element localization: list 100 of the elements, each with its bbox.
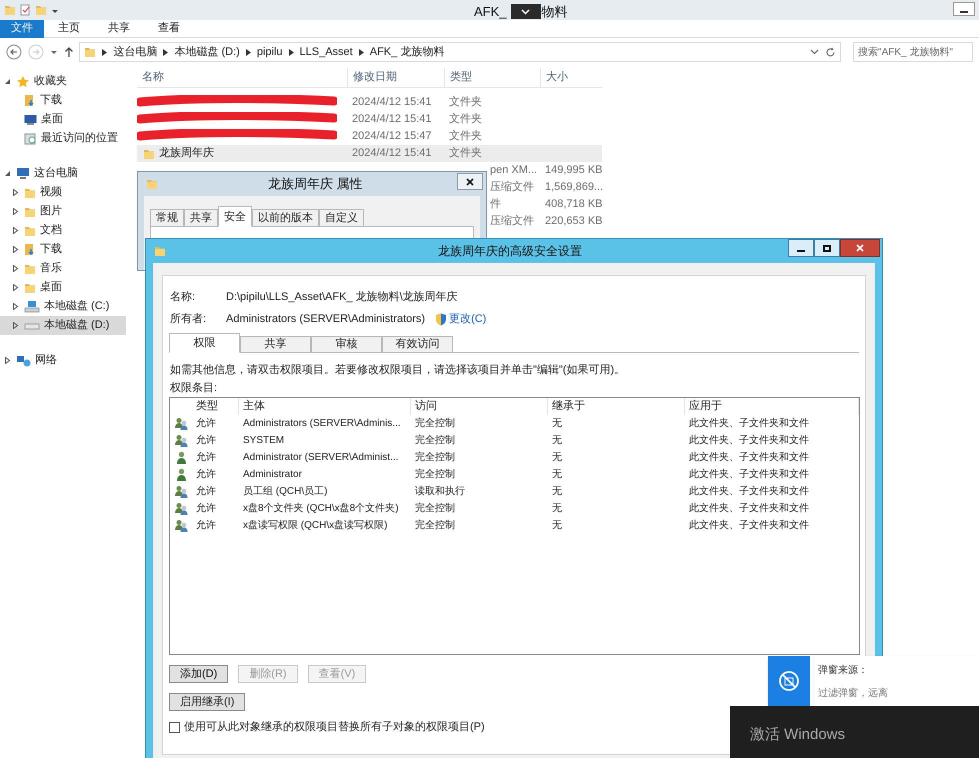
file-row[interactable]: 2024/4/12 15:47 文件夹	[137, 128, 602, 145]
table-cell-text: 完全控制	[414, 468, 456, 482]
address-bar[interactable]: 这台电脑 本地磁盘 (D:) pipilu LLS_Asset AFK_ 龙族物料	[79, 42, 842, 62]
nav-item[interactable]: 图片	[0, 202, 126, 221]
dialog-tab[interactable]: 权限	[169, 333, 240, 353]
permission-row[interactable]: 允许 x盘读写权限 (QCH\x盘读写权限) 完全控制 无 此文件夹、子文件夹和文件	[170, 517, 859, 534]
column-header[interactable]: 应用于	[685, 398, 859, 415]
collapsed-arrow-icon[interactable]	[12, 226, 20, 234]
nav-item[interactable]: 下载	[0, 91, 126, 110]
dialog-tab[interactable]: 安全	[218, 206, 252, 227]
checkbox[interactable]	[169, 722, 180, 733]
file-row[interactable]: 2024/4/12 15:41 文件夹	[137, 111, 602, 128]
breadcrumb-item[interactable]: AFK_ 龙族物料	[370, 44, 444, 60]
nav-item[interactable]: 最近访问的位置	[0, 129, 126, 148]
breadcrumb-arrow-icon[interactable]	[102, 48, 108, 56]
star-icon	[16, 74, 30, 88]
file-row[interactable]: 龙族周年庆 2024/4/12 15:41 文件夹	[137, 145, 602, 162]
breadcrumb-item[interactable]: 本地磁盘 (D:)	[174, 44, 240, 60]
close-button[interactable]	[840, 239, 880, 257]
up-arrow-icon[interactable]	[64, 46, 74, 58]
table-cell-text: 此文件夹、子文件夹和文件	[688, 434, 810, 448]
clock-folder-icon	[24, 132, 37, 145]
name-value: D:\pipilu\LLS_Asset\AFK_ 龙族物料\龙族周年庆	[226, 290, 458, 305]
back-icon[interactable]	[6, 44, 22, 60]
dialog-title: 龙族周年庆的高级安全设置	[438, 243, 582, 260]
breadcrumb-arrow-icon[interactable]	[358, 48, 364, 56]
nav-item[interactable]: 文档	[0, 221, 126, 240]
maximize-button[interactable]	[814, 239, 840, 257]
column-header[interactable]: 名称	[137, 68, 347, 87]
folder-icon	[24, 224, 36, 236]
nav-item[interactable]: 网络	[0, 351, 126, 370]
breadcrumb-arrow-icon[interactable]	[163, 48, 168, 56]
nav-item[interactable]: 桌面	[0, 278, 126, 297]
breadcrumb-arrow-icon[interactable]	[246, 48, 251, 56]
nav-item[interactable]: 本地磁盘 (D:)	[0, 316, 126, 335]
ribbon-tab[interactable]: 文件	[0, 20, 44, 38]
dialog-tab[interactable]: 自定义	[319, 209, 364, 227]
permission-row[interactable]: 允许 SYSTEM 完全控制 无 此文件夹、子文件夹和文件	[170, 432, 859, 449]
drive-icon	[24, 322, 40, 330]
column-header[interactable]: 类型	[192, 398, 239, 415]
dialog-tab[interactable]: 审核	[311, 336, 382, 353]
close-button[interactable]	[457, 173, 483, 190]
column-header[interactable]: 大小	[540, 68, 602, 87]
permission-row[interactable]: 允许 Administrator 完全控制 无 此文件夹、子文件夹和文件	[170, 466, 859, 483]
nav-item[interactable]: 本地磁盘 (C:)	[0, 297, 126, 316]
minimize-button[interactable]	[953, 2, 975, 16]
dropdown-button[interactable]	[510, 4, 541, 20]
collapsed-arrow-icon[interactable]	[12, 264, 20, 272]
column-header[interactable]: 类型	[444, 68, 540, 87]
breadcrumb-item[interactable]: pipilu	[256, 44, 283, 60]
table-cell-text: 无	[551, 468, 563, 482]
document-icon[interactable]	[20, 4, 31, 16]
file-row[interactable]: 2024/4/12 15:41 文件夹	[137, 94, 602, 111]
nav-item[interactable]: 桌面	[0, 110, 126, 129]
file-date: 2024/4/12 15:47	[351, 129, 433, 144]
nav-item[interactable]: 下载	[0, 240, 126, 259]
expanded-arrow-icon[interactable]	[4, 170, 12, 178]
column-header[interactable]: 继承于	[548, 398, 685, 415]
expanded-arrow-icon[interactable]	[4, 78, 12, 86]
table-cell-text: x盘8个文件夹 (QCH\x盘8个文件夹)	[242, 502, 400, 516]
table-cell-text: 无	[551, 450, 563, 464]
collapsed-arrow-icon[interactable]	[4, 356, 12, 364]
ribbon-tab[interactable]: 查看	[147, 20, 191, 38]
breadcrumb-item[interactable]: 这台电脑	[113, 44, 158, 60]
collapsed-arrow-icon[interactable]	[12, 302, 20, 310]
permission-row[interactable]: 允许 x盘8个文件夹 (QCH\x盘8个文件夹) 完全控制 无 此文件夹、子文件夹和文件	[170, 500, 859, 517]
field-label: 名称:	[170, 290, 196, 305]
permission-row[interactable]: 允许 Administrator (SERVER\Administ... 完全控制 无 此文件夹、子文件夹和文件	[170, 449, 859, 466]
permission-row[interactable]: 允许 Administrators (SERVER\Adminis... 完全控制 无 此文件夹、子文件夹和文件	[170, 415, 859, 432]
search-field[interactable]: 搜索"AFK_ 龙族物料"	[853, 42, 974, 62]
permission-row[interactable]: 允许 员工组 (QCH\员工) 读取和执行 无 此文件夹、子文件夹和文件	[170, 483, 859, 500]
collapsed-arrow-icon[interactable]	[12, 322, 20, 330]
popup-source-label: 弹窗来源：	[818, 664, 869, 678]
collapsed-arrow-icon[interactable]	[12, 284, 20, 292]
dialog-tab[interactable]: 有效访问	[382, 336, 453, 353]
nav-item[interactable]: 视频	[0, 183, 126, 202]
ribbon-tab[interactable]: 主页	[47, 20, 91, 38]
dialog-tab[interactable]: 常规	[150, 209, 184, 227]
column-header[interactable]: 修改日期	[347, 68, 444, 87]
table-cell-text: 完全控制	[414, 502, 456, 516]
nav-item[interactable]: 收藏夹	[0, 72, 126, 91]
nav-item[interactable]: 音乐	[0, 259, 126, 278]
enable-inheritance-button[interactable]: 启用继承(I)	[169, 693, 246, 711]
collapsed-arrow-icon[interactable]	[12, 208, 20, 216]
refresh-icon[interactable]	[825, 46, 836, 58]
dropdown-arrow-icon[interactable]	[50, 48, 58, 56]
breadcrumb-arrow-icon[interactable]	[288, 48, 294, 56]
column-header[interactable]: 主体	[239, 398, 411, 415]
collapsed-arrow-icon[interactable]	[12, 246, 20, 254]
ribbon-tab[interactable]: 共享	[97, 20, 141, 38]
breadcrumb-item[interactable]: LLS_Asset	[300, 44, 353, 60]
collapsed-arrow-icon[interactable]	[12, 188, 20, 196]
column-header[interactable]: 访问	[411, 398, 548, 415]
dialog-tab[interactable]: 共享	[240, 336, 311, 353]
dialog-tab[interactable]: 共享	[184, 209, 218, 227]
nav-item[interactable]: 这台电脑	[0, 164, 126, 183]
change-link[interactable]: 更改(C)	[449, 310, 486, 328]
dialog-button[interactable]: 添加(D)	[169, 665, 228, 683]
dialog-tab[interactable]: 以前的版本	[252, 209, 319, 227]
minimize-button[interactable]	[788, 239, 814, 257]
